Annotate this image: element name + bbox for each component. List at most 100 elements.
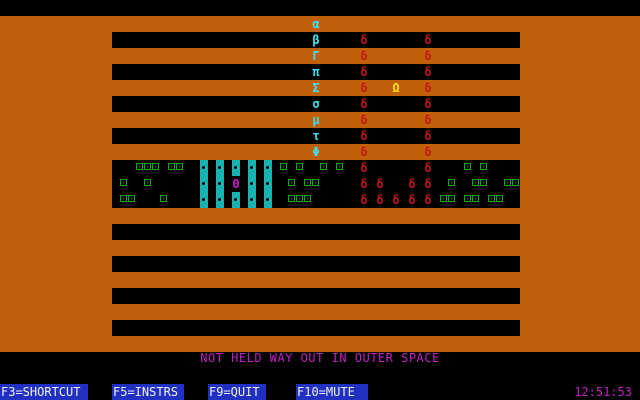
green-block bbox=[480, 163, 487, 170]
pillar-dot bbox=[266, 182, 269, 185]
column-glyph: Γ bbox=[312, 49, 320, 63]
cyan-pillar bbox=[248, 160, 256, 208]
column-glyph: μ bbox=[312, 113, 320, 127]
pillar-dot bbox=[234, 166, 237, 169]
green-block bbox=[504, 179, 511, 186]
enemy-delta: δ bbox=[360, 193, 368, 207]
enemy-delta: δ bbox=[360, 145, 368, 159]
pillar-dot bbox=[266, 198, 269, 201]
column-glyph: π bbox=[312, 65, 320, 79]
enemy-delta: δ bbox=[360, 113, 368, 127]
pillar-dot bbox=[250, 182, 253, 185]
green-block bbox=[480, 179, 487, 186]
pillar-dot bbox=[202, 182, 205, 185]
green-block bbox=[464, 163, 471, 170]
column-glyph: Σ bbox=[312, 81, 320, 95]
enemy-delta: δ bbox=[360, 161, 368, 175]
green-block bbox=[472, 195, 479, 202]
green-block bbox=[304, 195, 311, 202]
cyan-pillar bbox=[200, 160, 208, 208]
green-block bbox=[464, 195, 471, 202]
green-block bbox=[448, 179, 455, 186]
lane-stripe bbox=[112, 256, 520, 272]
green-block bbox=[448, 195, 455, 202]
pillar-dot bbox=[218, 198, 221, 201]
enemy-delta: δ bbox=[360, 65, 368, 79]
f3-shortcut-key[interactable]: F3=SHORTCUT bbox=[0, 384, 88, 400]
cyan-pillar bbox=[216, 160, 224, 208]
player-omega: Ω bbox=[392, 81, 400, 95]
pillar-dot bbox=[250, 166, 253, 169]
green-block bbox=[120, 195, 127, 202]
enemy-delta: δ bbox=[360, 129, 368, 143]
enemy-delta: δ bbox=[392, 193, 400, 207]
enemy-delta: δ bbox=[360, 177, 368, 191]
green-block bbox=[128, 195, 135, 202]
pillar-dot bbox=[202, 198, 205, 201]
enemy-delta: δ bbox=[360, 81, 368, 95]
green-block bbox=[136, 163, 143, 170]
green-block bbox=[440, 195, 447, 202]
enemy-delta: δ bbox=[424, 145, 432, 159]
f10-mute-key[interactable]: F10=MUTE bbox=[296, 384, 368, 400]
green-block bbox=[296, 163, 303, 170]
enemy-delta: δ bbox=[424, 193, 432, 207]
column-glyph: Φ bbox=[312, 145, 320, 159]
enemy-delta: δ bbox=[424, 177, 432, 191]
special-theta: Θ bbox=[232, 176, 240, 192]
green-block bbox=[304, 179, 311, 186]
enemy-delta: δ bbox=[424, 161, 432, 175]
green-block bbox=[472, 179, 479, 186]
enemy-delta: δ bbox=[408, 193, 416, 207]
green-block bbox=[320, 163, 327, 170]
green-block bbox=[488, 195, 495, 202]
enemy-delta: δ bbox=[360, 33, 368, 47]
green-block bbox=[144, 163, 151, 170]
green-block bbox=[496, 195, 503, 202]
game-screen: NOT HELD WAY OUT IN OUTER SPACE F3=SHORT… bbox=[0, 0, 640, 400]
column-glyph: β bbox=[312, 33, 320, 47]
green-block bbox=[168, 163, 175, 170]
green-block bbox=[296, 195, 303, 202]
column-glyph: σ bbox=[312, 97, 320, 111]
lane-stripe bbox=[112, 288, 520, 304]
enemy-delta: δ bbox=[376, 193, 384, 207]
pillar-dot bbox=[266, 166, 269, 169]
green-block bbox=[288, 179, 295, 186]
green-block bbox=[152, 163, 159, 170]
pillar-dot bbox=[250, 198, 253, 201]
green-block bbox=[288, 195, 295, 202]
pillar-dot bbox=[234, 198, 237, 201]
green-block bbox=[512, 179, 519, 186]
green-block bbox=[176, 163, 183, 170]
enemy-delta: δ bbox=[424, 33, 432, 47]
enemy-delta: δ bbox=[424, 81, 432, 95]
green-block bbox=[120, 179, 127, 186]
f9-quit-key[interactable]: F9=QUIT bbox=[208, 384, 266, 400]
green-block bbox=[160, 195, 167, 202]
enemy-delta: δ bbox=[424, 49, 432, 63]
lane-stripe bbox=[112, 320, 520, 336]
f5-instructions-key[interactable]: F5=INSTRS bbox=[112, 384, 184, 400]
column-glyph: τ bbox=[312, 129, 320, 143]
lane-stripe bbox=[112, 224, 520, 240]
enemy-delta: δ bbox=[408, 177, 416, 191]
enemy-delta: δ bbox=[376, 177, 384, 191]
enemy-delta: δ bbox=[424, 113, 432, 127]
clock: 12:51:53 bbox=[574, 385, 632, 399]
pillar-dot bbox=[218, 166, 221, 169]
column-glyph: α bbox=[312, 17, 320, 31]
enemy-delta: δ bbox=[360, 49, 368, 63]
pillar-dot bbox=[202, 166, 205, 169]
green-block bbox=[336, 163, 343, 170]
status-message: NOT HELD WAY OUT IN OUTER SPACE bbox=[200, 351, 440, 365]
enemy-delta: δ bbox=[424, 129, 432, 143]
green-block bbox=[144, 179, 151, 186]
enemy-delta: δ bbox=[360, 97, 368, 111]
enemy-delta: δ bbox=[424, 97, 432, 111]
lane-stripe bbox=[112, 192, 520, 208]
green-block bbox=[280, 163, 287, 170]
green-block bbox=[312, 179, 319, 186]
cyan-pillar bbox=[264, 160, 272, 208]
pillar-dot bbox=[218, 182, 221, 185]
